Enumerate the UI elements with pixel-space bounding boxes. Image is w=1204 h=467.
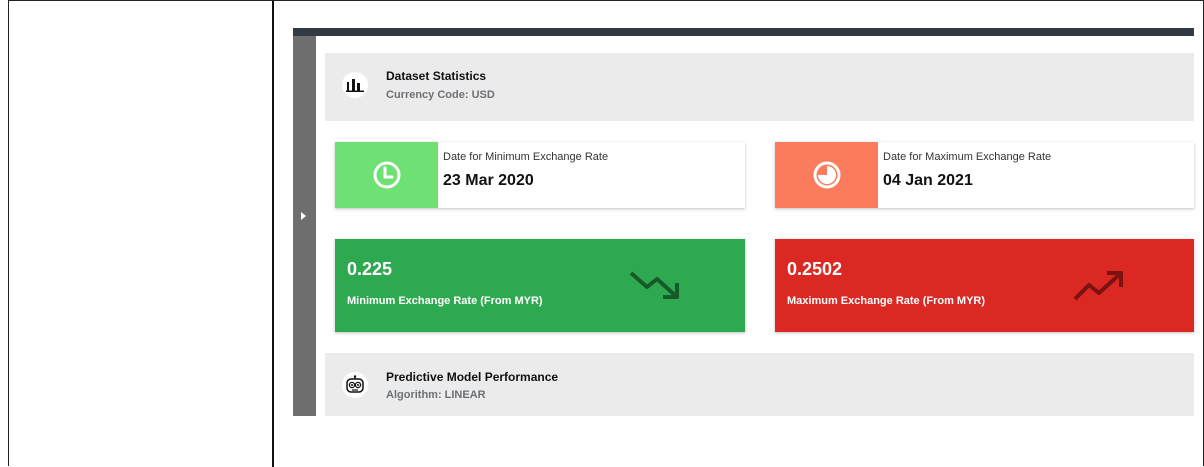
robot-icon <box>342 372 368 398</box>
sidebar-panel <box>9 1 274 467</box>
min-rate-stat-box: 0.225 Minimum Exchange Rate (From MYR) <box>335 239 745 332</box>
max-rate-value: 0.2502 <box>787 259 843 279</box>
max-rate-label: Maximum Exchange Rate (From MYR) <box>787 295 986 307</box>
trend-down-icon <box>629 271 679 299</box>
min-rate-label: Minimum Exchange Rate (From MYR) <box>347 295 543 307</box>
trend-up-icon <box>1073 271 1123 301</box>
pie-clock-icon <box>775 142 878 208</box>
algorithm-label: Algorithm: LINEAR <box>386 389 486 401</box>
dataset-statistics-title: Dataset Statistics <box>386 69 487 83</box>
min-date-label: Date for Minimum Exchange Rate <box>443 151 609 163</box>
model-performance-header: Predictive Model Performance Algorithm: … <box>325 353 1194 416</box>
currency-code-label: Currency Code: USD <box>386 89 495 101</box>
expand-arrow-icon[interactable] <box>301 212 306 220</box>
max-date-value: 04 Jan 2021 <box>883 172 973 189</box>
max-rate-stat-box: 0.2502 Maximum Exchange Rate (From MYR) <box>775 239 1194 332</box>
min-date-value: 23 Mar 2020 <box>443 172 534 189</box>
clock-icon <box>335 142 438 208</box>
top-bar <box>293 28 1194 36</box>
max-date-label: Date for Maximum Exchange Rate <box>883 151 1052 163</box>
min-rate-value: 0.225 <box>347 259 393 279</box>
dataset-statistics-header: Dataset Statistics Currency Code: USD <box>325 53 1194 121</box>
max-rate-date-box: Date for Maximum Exchange Rate 04 Jan 20… <box>775 142 1194 208</box>
model-performance-title: Predictive Model Performance <box>386 370 559 384</box>
sidebar-toggle-strip[interactable] <box>293 36 316 416</box>
bar-chart-icon <box>342 72 368 98</box>
min-rate-date-box: Date for Minimum Exchange Rate 23 Mar 20… <box>335 142 745 208</box>
